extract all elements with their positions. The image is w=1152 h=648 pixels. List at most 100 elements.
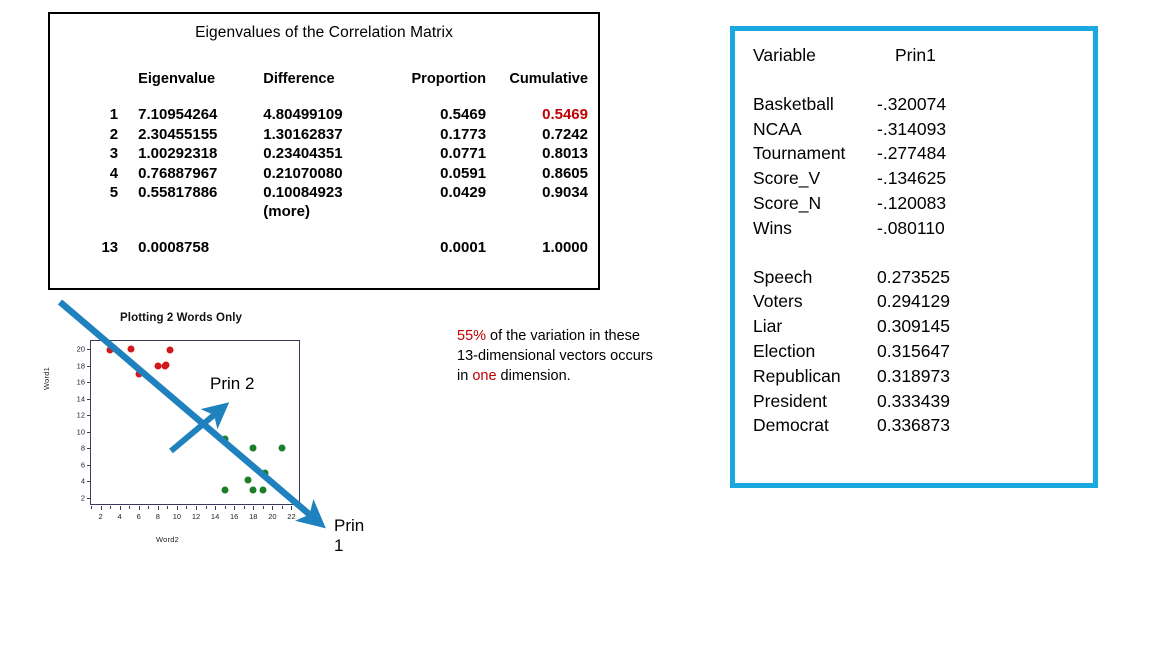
x-tick-mark-minor	[186, 506, 188, 509]
loading-value: -.120083	[877, 192, 947, 213]
loading-value: 0.273525	[877, 266, 950, 287]
cell-index: 4	[109, 164, 119, 182]
cell-eigenvalue: 2.30455155	[138, 125, 218, 143]
loading-variable-name: Republican	[753, 365, 841, 386]
eigenvalues-table-body: 1 7.10954264 4.80499109 0.5469 0.5469 2 2.3045…	[50, 105, 598, 257]
y-tick-mark	[87, 497, 91, 499]
x-tick-label: 20	[268, 512, 277, 521]
x-tick-mark	[196, 506, 197, 510]
loading-row: Voters 0.294129	[753, 289, 1093, 314]
x-tick-label: 2	[98, 512, 103, 521]
x-tick-mark-minor	[205, 506, 207, 509]
x-tick-mark	[100, 506, 102, 510]
y-tick-mark	[87, 481, 91, 483]
x-tick-mark-minor	[224, 506, 226, 509]
scatter-plot: Plotting 2 Words Only 2 4 6 8 10 12 14 16 18 20 2…	[42, 298, 364, 556]
loading-value: -.320074	[877, 93, 947, 114]
cell-proportion: 0.0429	[440, 184, 487, 202]
x-tick-label: 8	[155, 512, 160, 521]
data-point	[166, 346, 174, 354]
x-tick-mark-minor	[167, 506, 169, 509]
cell-difference: 1.30162837	[263, 125, 343, 143]
y-tick-label: 12	[76, 410, 85, 420]
data-point	[244, 476, 252, 484]
y-tick-label: 6	[80, 460, 85, 470]
loading-variable-name: Wins	[753, 217, 792, 238]
x-tick-label: 12	[191, 512, 201, 521]
eigenvalues-table: Eigenvalue Difference Proportion Cumulat…	[50, 70, 598, 257]
cell-cumulative: 1.0000	[542, 238, 588, 256]
loading-variable-name: President	[753, 390, 827, 411]
x-axis-label: Word2	[156, 535, 179, 544]
x-tick-mark	[176, 506, 178, 510]
loading-value: 0.294129	[877, 291, 950, 312]
cell-difference	[263, 238, 387, 257]
callout-emphasis: one	[472, 368, 497, 384]
x-tick-mark	[138, 506, 140, 510]
data-point	[261, 469, 269, 477]
loadings-negative-group: Basketball -.320074 NCAA -.314093 Tournament…	[753, 92, 1093, 241]
y-tick-label: 2	[80, 493, 85, 503]
data-point	[249, 444, 257, 452]
cell-cumulative: 0.8605	[542, 164, 588, 182]
x-tick-mark-minor	[91, 506, 92, 509]
data-point	[221, 435, 229, 443]
cell-empty	[124, 202, 263, 221]
x-tick-mark	[234, 506, 236, 510]
loading-variable-name: Tournament	[753, 143, 846, 164]
loading-variable-name: Democrat	[753, 415, 829, 436]
prin1-label: Prin 1	[334, 516, 365, 555]
table-row: 3 1.00292318 0.23404351 0.0771 0.8013	[50, 144, 598, 163]
x-tick-label: 6	[136, 512, 141, 521]
header-spacer	[50, 89, 598, 105]
loading-row: President 0.333439	[753, 389, 1093, 414]
y-tick-label: 8	[80, 443, 85, 453]
x-tick-mark-minor	[281, 506, 283, 509]
loadings-gap-middle	[753, 241, 1093, 265]
loading-variable-name: NCAA	[753, 118, 802, 139]
loading-variable-name: Score_N	[753, 192, 822, 213]
loading-value: -.134625	[877, 168, 947, 189]
cell-cumulative: 0.5469	[542, 106, 588, 124]
column-header-difference: Difference	[263, 71, 335, 87]
loadings-header-variable: Variable	[753, 45, 816, 65]
cell-proportion: 0.0591	[440, 164, 487, 182]
data-point	[106, 346, 114, 354]
y-tick-mark	[87, 464, 91, 466]
table-row: 5 0.55817886 0.10084923 0.0429 0.9034	[50, 183, 598, 202]
x-tick-mark	[215, 506, 217, 510]
cell-eigenvalue: 7.10954264	[138, 106, 218, 124]
x-tick-mark-minor	[129, 506, 131, 509]
loading-variable-name: Election	[753, 340, 816, 361]
cell-eigenvalue: 0.55817886	[138, 184, 218, 202]
cell-cumulative: 0.7242	[542, 125, 588, 143]
loading-row: NCAA -.314093	[753, 117, 1093, 142]
loading-row: Liar 0.309145	[753, 314, 1093, 339]
cell-empty	[50, 202, 124, 221]
loading-row: Republican 0.318973	[753, 364, 1093, 389]
loading-row: Wins -.080110	[753, 216, 1093, 241]
cell-more-label: (more)	[263, 203, 310, 221]
cell-proportion: 0.0001	[440, 238, 487, 256]
plot-frame: 2 4 6 8 10 12 14 16 18 20 2 4 6 8 10 12 14 16 18 20 22	[77, 340, 300, 521]
loading-value: -.080110	[877, 217, 945, 238]
y-tick-mark	[87, 349, 91, 351]
loading-row: Tournament -.277484	[753, 141, 1093, 166]
table-row-last: 13 0.0008758 0.0001 1.0000	[50, 238, 598, 257]
table-header-row: Eigenvalue Difference Proportion Cumulat…	[50, 70, 598, 89]
table-row: 2 2.30455155 1.30162837 0.1773 0.7242	[50, 125, 598, 144]
loading-row: Score_N -.120083	[753, 191, 1093, 216]
y-axis-label: Word1	[42, 367, 51, 390]
x-tick-label: 22	[287, 512, 296, 521]
loadings-header-component: Prin1	[895, 45, 936, 65]
column-header-eigenvalue: Eigenvalue	[138, 71, 216, 87]
loading-value: 0.336873	[877, 415, 950, 436]
x-tick-mark-minor	[110, 506, 112, 509]
callout-percent: 55%	[457, 328, 487, 344]
loading-row: Election 0.315647	[753, 339, 1093, 364]
y-tick-label: 16	[76, 377, 85, 387]
cell-difference: 0.10084923	[263, 184, 343, 202]
eigenvalues-title: Eigenvalues of the Correlation Matrix	[195, 24, 453, 41]
cell-index: 5	[109, 184, 119, 202]
loading-variable-name: Voters	[753, 291, 803, 312]
